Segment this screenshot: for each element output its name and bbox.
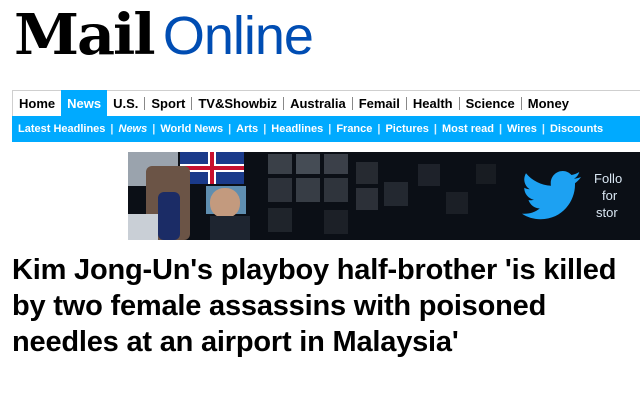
twitter-follow-banner[interactable]: Follo for stor xyxy=(128,152,640,240)
nav-item-home[interactable]: Home xyxy=(13,91,61,116)
site-logo[interactable]: Mail Online xyxy=(14,2,314,82)
nav-item-us[interactable]: U.S. xyxy=(107,91,144,116)
subnav-separator: | xyxy=(110,123,114,135)
primary-nav: Home News U.S. Sport TV&Showbiz Australi… xyxy=(12,90,640,116)
photo-tile xyxy=(128,214,158,240)
photo-tile xyxy=(384,182,408,206)
subnav-separator: | xyxy=(377,123,381,135)
subnav-arts[interactable]: Arts xyxy=(236,123,258,135)
photo-tile xyxy=(356,162,378,184)
article-headline[interactable]: Kim Jong-Un's playboy half-brother 'is k… xyxy=(12,252,632,360)
photo-tile xyxy=(356,188,378,210)
subnav-separator: | xyxy=(328,123,332,135)
nav-item-health[interactable]: Health xyxy=(407,91,459,116)
subnav-headlines[interactable]: Headlines xyxy=(271,123,323,135)
photo-tile xyxy=(268,154,292,174)
photo-tile xyxy=(268,178,292,202)
secondary-nav: Latest Headlines | News | World News | A… xyxy=(12,116,640,142)
photo-tile xyxy=(324,154,348,174)
photo-tile xyxy=(210,216,250,240)
nav-item-sport[interactable]: Sport xyxy=(145,91,191,116)
subnav-separator: | xyxy=(263,123,267,135)
subnav-most-read[interactable]: Most read xyxy=(442,123,494,135)
twitter-bird-icon xyxy=(522,171,581,220)
photo-tile xyxy=(418,164,440,186)
person-photo xyxy=(158,192,180,240)
subnav-news[interactable]: News xyxy=(119,123,148,135)
follow-text: Follo for stor xyxy=(594,171,623,220)
photo-tile xyxy=(324,178,348,202)
subnav-separator: | xyxy=(498,123,503,135)
subnav-separator: | xyxy=(228,123,232,135)
person-photo xyxy=(210,188,240,218)
photo-tile xyxy=(324,210,348,234)
nav-item-news[interactable]: News xyxy=(61,90,108,116)
subnav-pictures[interactable]: Pictures xyxy=(385,123,428,135)
subnav-france[interactable]: France xyxy=(336,123,372,135)
photo-tile xyxy=(476,164,496,184)
logo-mail-text: Mail xyxy=(14,2,156,68)
nav-item-science[interactable]: Science xyxy=(460,91,521,116)
subnav-separator: | xyxy=(433,123,437,135)
photo-tile xyxy=(296,154,320,174)
subnav-separator: | xyxy=(152,123,156,135)
nav-item-tvshowbiz[interactable]: TV&Showbiz xyxy=(192,91,283,116)
subnav-discounts[interactable]: Discounts xyxy=(550,123,603,135)
subnav-latest-headlines[interactable]: Latest Headlines xyxy=(18,123,105,135)
subnav-wires[interactable]: Wires xyxy=(507,123,537,135)
photo-tile xyxy=(268,208,292,232)
subnav-separator: | xyxy=(541,123,545,135)
nav-item-money[interactable]: Money xyxy=(522,91,575,116)
logo-online-text: Online xyxy=(162,6,314,66)
photo-tile xyxy=(446,192,468,214)
subnav-world-news[interactable]: World News xyxy=(160,123,223,135)
nav-item-femail[interactable]: Femail xyxy=(353,91,406,116)
photo-tile xyxy=(296,178,320,202)
nav-item-australia[interactable]: Australia xyxy=(284,91,352,116)
